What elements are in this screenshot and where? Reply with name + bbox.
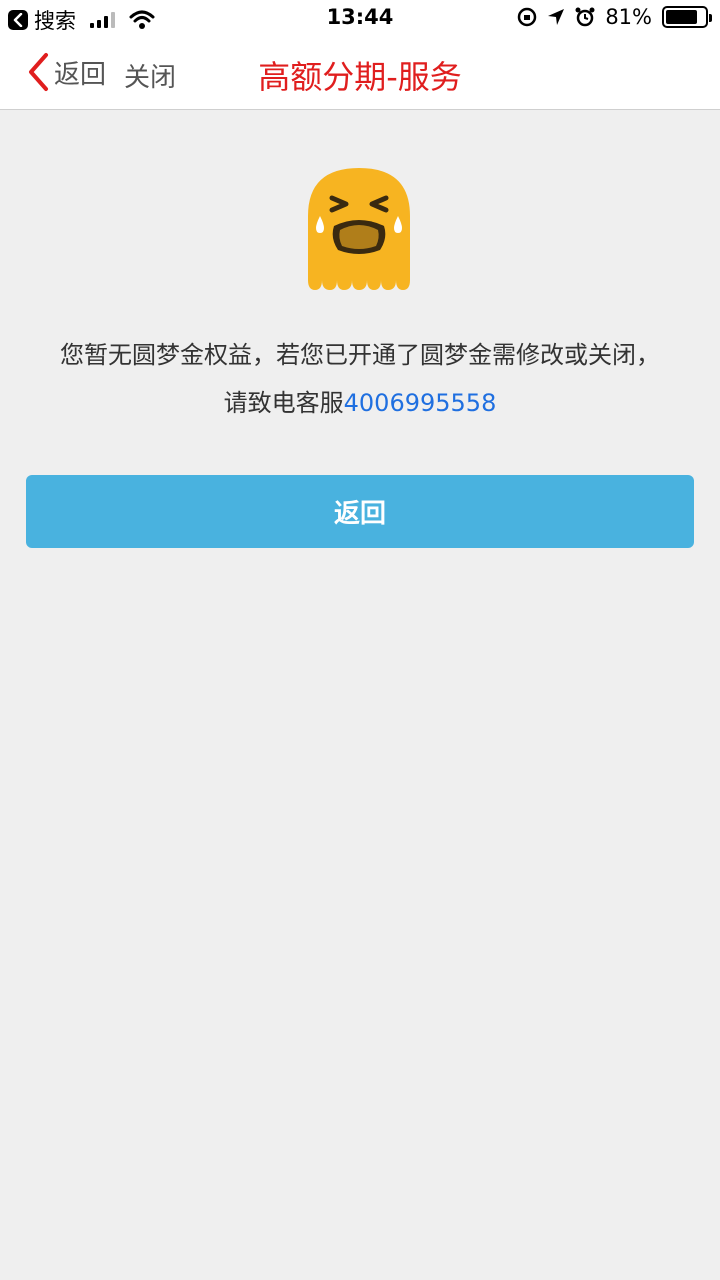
rotation-lock-icon <box>518 7 537 27</box>
message-line-1: 您暂无圆梦金权益，若您已开通了圆梦金需修改或关闭， <box>60 341 660 369</box>
status-bar-right: 81% <box>517 5 712 29</box>
crying-ghost-icon <box>306 166 412 292</box>
battery-icon <box>662 6 712 28</box>
navigation-bar: 返回 关闭 高额分期-服务 <box>0 36 720 110</box>
customer-service-phone-link[interactable]: 4006995558 <box>344 389 497 417</box>
alarm-clock-icon <box>575 7 595 27</box>
return-button[interactable]: 返回 <box>26 475 694 548</box>
message-line-2-prefix: 请致电客服 <box>223 389 344 417</box>
message-line-2: 请致电客服4006995558 <box>20 379 700 427</box>
battery-percent: 81% <box>605 5 652 29</box>
page-title: 高额分期-服务 <box>258 58 462 96</box>
location-arrow-icon <box>548 9 565 25</box>
status-bar: 搜索 13:44 81% <box>0 0 720 36</box>
main-content: 您暂无圆梦金权益，若您已开通了圆梦金需修改或关闭， 请致电客服400699555… <box>0 111 720 1280</box>
no-entitlement-message: 您暂无圆梦金权益，若您已开通了圆梦金需修改或关闭， 请致电客服400699555… <box>20 331 700 427</box>
